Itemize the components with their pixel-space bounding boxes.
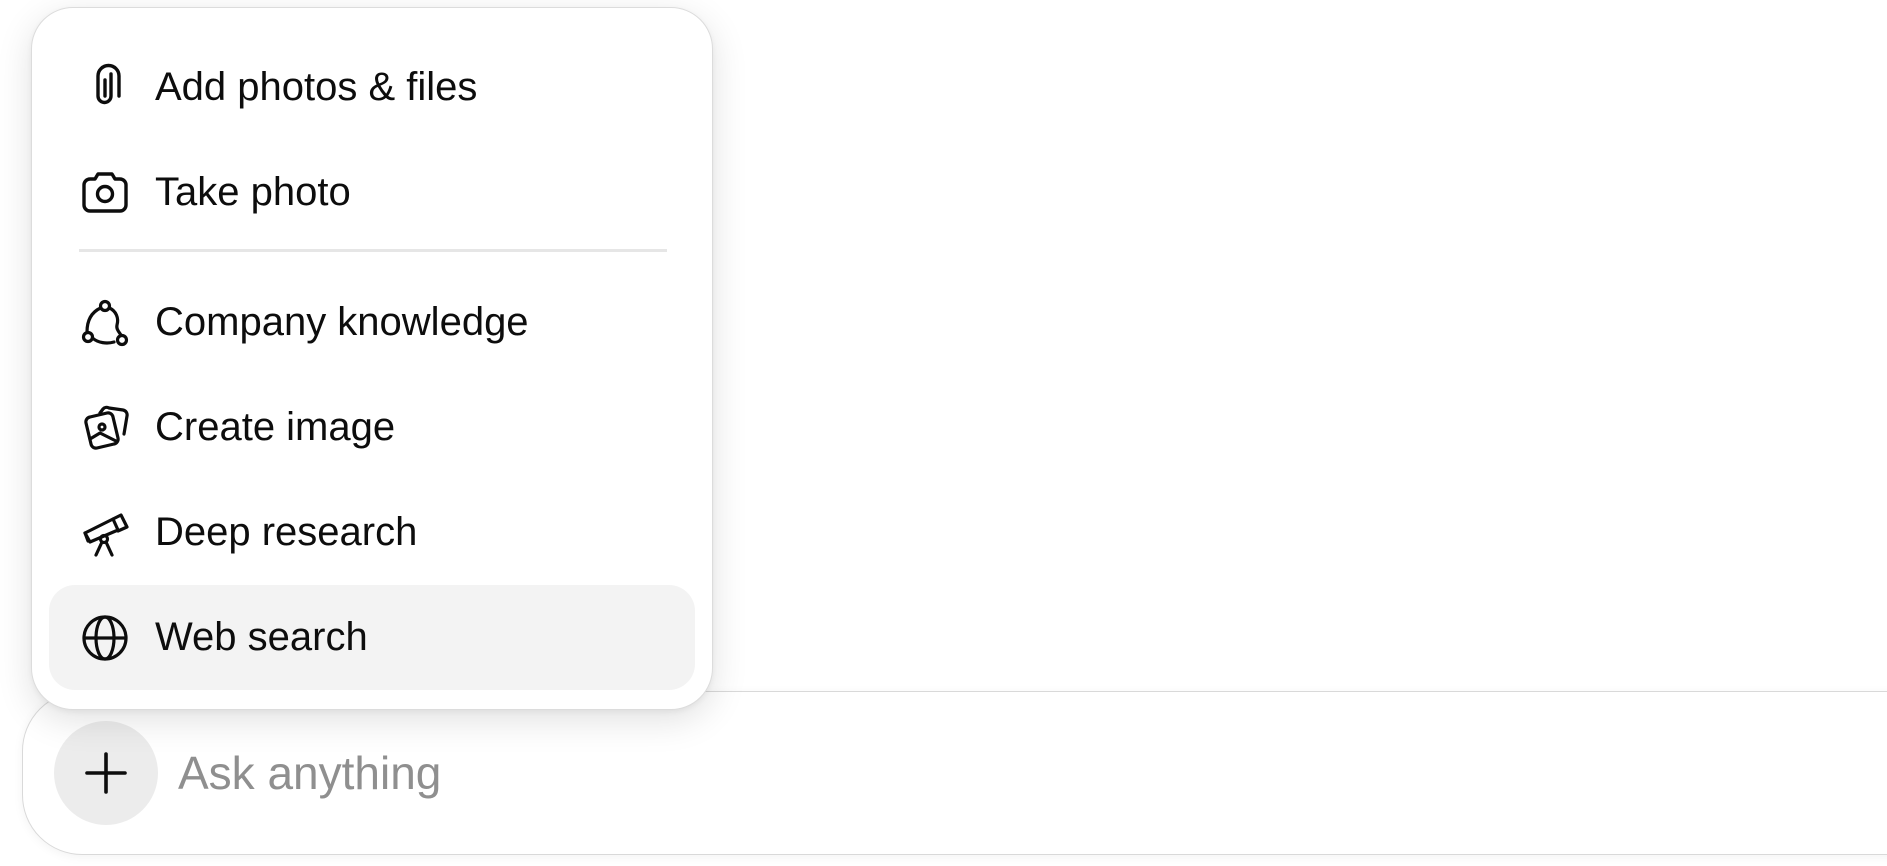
- menu-item-deep-research[interactable]: Deep research: [49, 480, 695, 585]
- composer-bar: [22, 691, 1887, 855]
- menu-item-create-image[interactable]: Create image: [49, 375, 695, 480]
- plus-button[interactable]: [54, 721, 158, 825]
- menu-item-label: Web search: [155, 615, 368, 659]
- chat-screen: Add photos & files Take photo: [0, 0, 1887, 866]
- globe-icon: [80, 613, 130, 663]
- menu-item-label: Deep research: [155, 510, 418, 554]
- camera-icon: [80, 168, 130, 218]
- menu-item-company-knowledge[interactable]: Company knowledge: [49, 270, 695, 375]
- menu-item-label: Create image: [155, 405, 396, 449]
- paperclip-icon: [80, 63, 130, 113]
- plus-icon: [85, 752, 127, 794]
- attachment-menu: Add photos & files Take photo Company kn…: [31, 7, 713, 710]
- telescope-icon: [80, 508, 130, 558]
- menu-item-take-photo[interactable]: Take photo: [49, 140, 695, 245]
- menu-item-label: Take photo: [155, 170, 351, 214]
- knowledge-graph-icon: [80, 298, 130, 348]
- menu-item-label: Add photos & files: [155, 65, 478, 109]
- ask-input[interactable]: [178, 739, 1578, 807]
- menu-item-label: Company knowledge: [155, 300, 529, 344]
- menu-item-web-search[interactable]: Web search: [49, 585, 695, 690]
- image-create-icon: [80, 403, 130, 453]
- menu-item-add-photos-files[interactable]: Add photos & files: [49, 35, 695, 140]
- menu-divider: [79, 249, 667, 252]
